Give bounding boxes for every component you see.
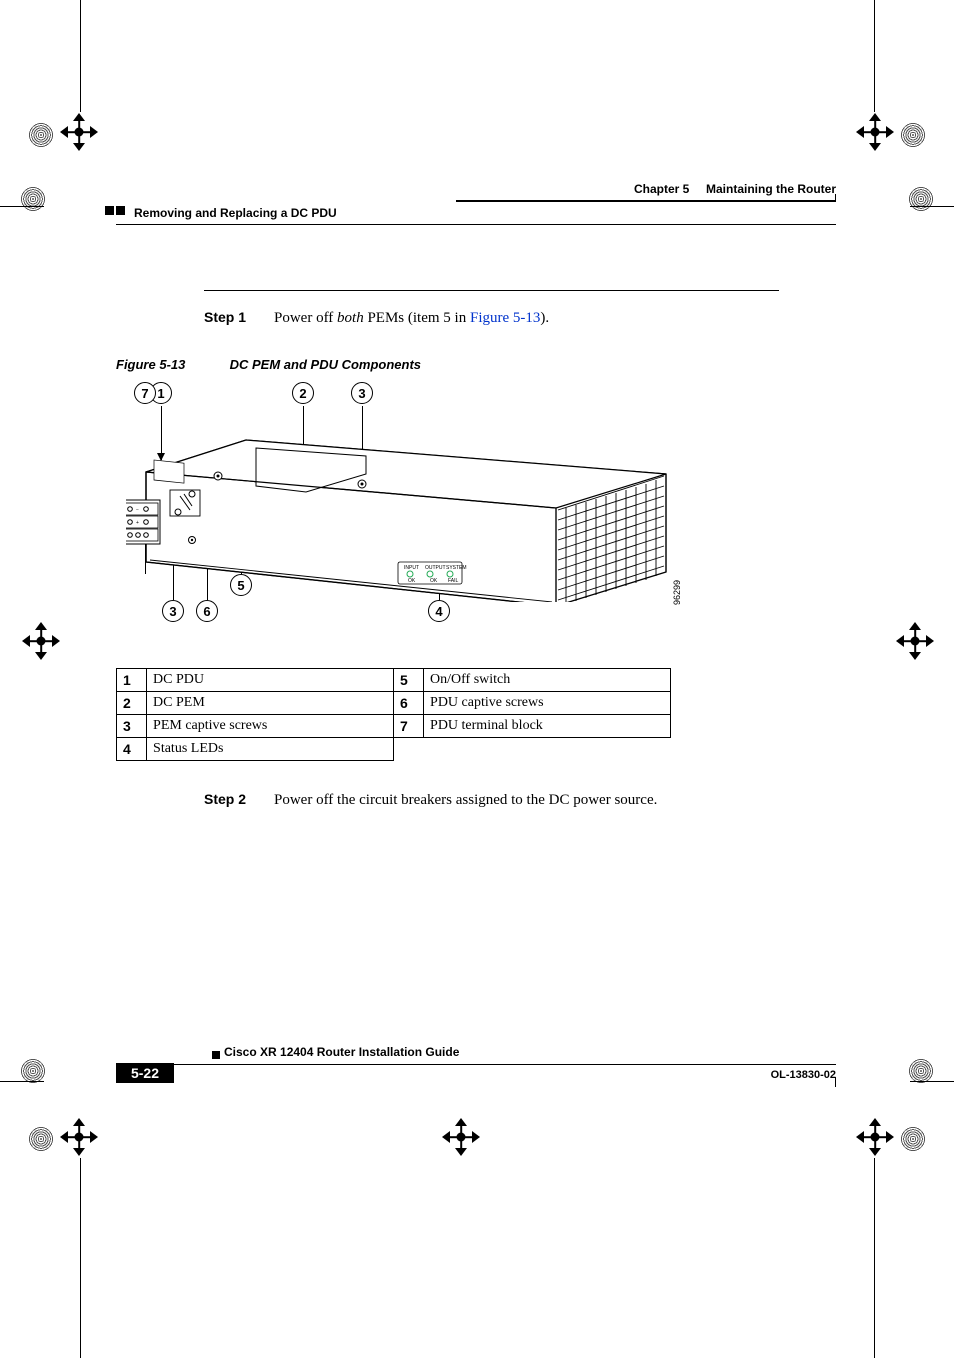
figure-illustration: 1 2 3 7 3 5 6 4	[126, 382, 686, 632]
callout-7: 7	[134, 382, 156, 404]
figure-xref-link[interactable]: Figure 5-13	[470, 310, 540, 326]
legend-num: 1	[117, 669, 147, 692]
svg-text:OK: OK	[430, 578, 438, 584]
legend-num: 3	[117, 715, 147, 738]
step-1: Step 1 Power off both PEMs (item 5 in Fi…	[204, 290, 779, 327]
callout-2: 2	[292, 382, 314, 404]
svg-text:SYSTEM: SYSTEM	[446, 565, 467, 571]
step-label: Step 2	[204, 791, 274, 807]
chapter-label: Chapter 5	[634, 182, 689, 196]
legend-desc: DC PDU	[147, 669, 394, 692]
legend-desc: DC PEM	[147, 692, 394, 715]
callout-3b: 3	[162, 600, 184, 622]
svg-text:−: −	[136, 507, 139, 513]
section-title: Removing and Replacing a DC PDU	[134, 206, 337, 220]
legend-desc-empty	[424, 738, 671, 761]
svg-text:INPUT: INPUT	[404, 565, 419, 571]
svg-text:+: +	[136, 520, 139, 526]
table-row: 4 Status LEDs	[117, 738, 671, 761]
legend-desc: PEM captive screws	[147, 715, 394, 738]
legend-num: 6	[393, 692, 423, 715]
callout-3: 3	[351, 382, 373, 404]
legend-desc: PDU captive screws	[424, 692, 671, 715]
running-header: Chapter 5 Maintaining the Router Removin…	[116, 182, 836, 242]
callout-legend-table: 1 DC PDU 5 On/Off switch 2 DC PEM 6 PDU …	[116, 668, 671, 761]
table-row: 1 DC PDU 5 On/Off switch	[117, 669, 671, 692]
callout-4: 4	[428, 600, 450, 622]
text: Power off	[274, 310, 337, 326]
text: ).	[540, 310, 549, 326]
table-row: 2 DC PEM 6 PDU captive screws	[117, 692, 671, 715]
legend-num: 7	[393, 715, 423, 738]
legend-desc: PDU terminal block	[424, 715, 671, 738]
step-2: Step 2 Power off the circuit breakers as…	[204, 791, 836, 809]
figure-title: DC PEM and PDU Components	[230, 357, 421, 372]
legend-num-empty	[393, 738, 423, 761]
em-text: both	[337, 310, 364, 326]
document-id: OL-13830-02	[771, 1069, 836, 1081]
page-content: Chapter 5 Maintaining the Router Removin…	[116, 182, 836, 1087]
figure-caption: Figure 5-13 DC PEM and PDU Components	[116, 357, 836, 372]
device-svg: INPUT OUTPUT SYSTEM OK OK FAIL	[126, 412, 686, 602]
legend-num: 2	[117, 692, 147, 715]
step-label: Step 1	[204, 309, 274, 325]
guide-title: Cisco XR 12404 Router Installation Guide	[224, 1045, 459, 1059]
page-number: 5-22	[116, 1063, 174, 1083]
svg-text:OK: OK	[408, 578, 416, 584]
chapter-title: Maintaining the Router	[706, 182, 836, 196]
step-text: Power off both PEMs (item 5 in Figure 5-…	[274, 310, 549, 327]
table-row: 3 PEM captive screws 7 PDU terminal bloc…	[117, 715, 671, 738]
text: PEMs (item 5 in	[364, 310, 470, 326]
legend-num: 5	[393, 669, 423, 692]
figure-graphic-id: 96299	[672, 580, 682, 605]
step-text: Power off the circuit breakers assigned …	[274, 792, 657, 809]
legend-desc: On/Off switch	[424, 669, 671, 692]
legend-desc: Status LEDs	[147, 738, 394, 761]
callout-6: 6	[196, 600, 218, 622]
svg-text:OUTPUT: OUTPUT	[425, 565, 446, 571]
legend-num: 4	[117, 738, 147, 761]
svg-text:FAIL: FAIL	[448, 578, 459, 584]
figure-number: Figure 5-13	[116, 357, 226, 372]
